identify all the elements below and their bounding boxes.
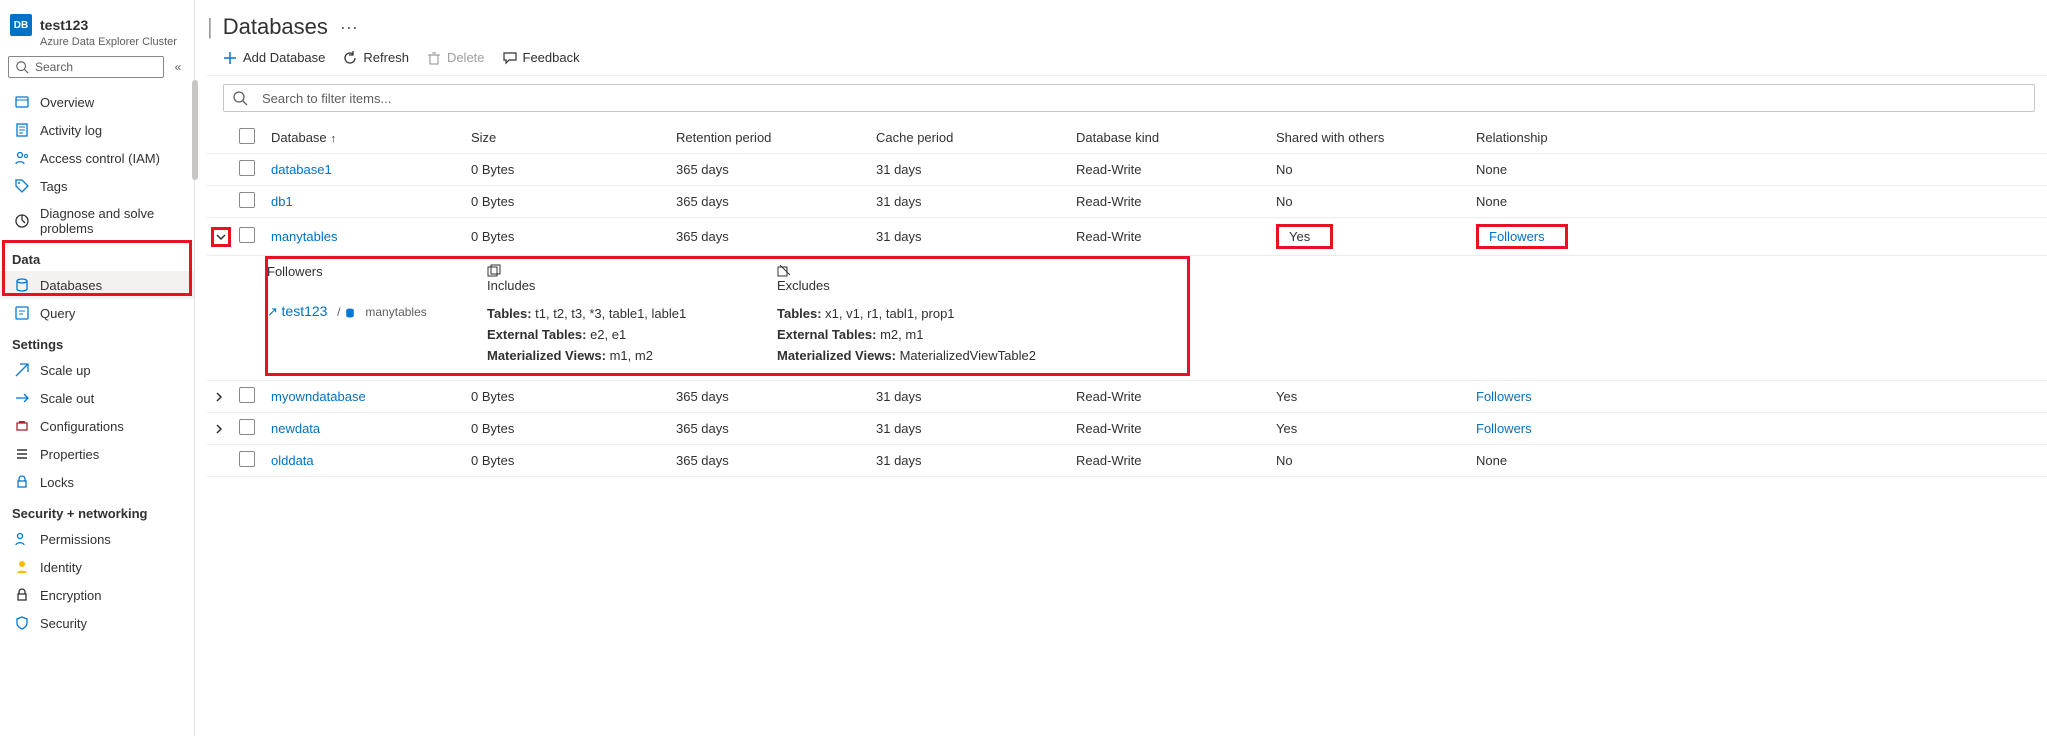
database-grid: Database↑ Size Retention period Cache pe…: [207, 122, 2047, 477]
row-checkbox[interactable]: [239, 160, 255, 176]
main-content: | Databases ··· Add Database Refresh Del…: [195, 0, 2047, 736]
scaleout-icon: [14, 390, 30, 406]
sidebar-item-overview[interactable]: Overview: [0, 88, 194, 116]
sidebar-item-locks[interactable]: Locks: [0, 468, 194, 496]
sidebar-search-placeholder: Search: [35, 60, 73, 74]
sidebar-search-input[interactable]: Search: [8, 56, 164, 78]
cluster-name: test123: [40, 17, 88, 33]
row-expand-toggle[interactable]: [211, 421, 227, 437]
row-checkbox[interactable]: [239, 451, 255, 467]
search-icon: [232, 90, 248, 106]
sidebar-item-permissions[interactable]: Permissions: [0, 525, 194, 553]
table-row: newdata0 Bytes365 days31 daysRead-WriteY…: [207, 413, 2047, 445]
plus-icon: [223, 51, 237, 65]
database-link[interactable]: database1: [271, 162, 332, 177]
search-icon: [15, 60, 29, 74]
includes-icon: [487, 264, 501, 278]
encryption-icon: [14, 587, 30, 603]
refresh-button[interactable]: Refresh: [343, 50, 409, 65]
filter-placeholder: Search to filter items...: [262, 91, 391, 106]
table-row: olddata0 Bytes365 days31 daysRead-WriteN…: [207, 445, 2047, 477]
sidebar-item-encryption[interactable]: Encryption: [0, 581, 194, 609]
identity-icon: [14, 559, 30, 575]
follower-cluster-link[interactable]: test123: [282, 303, 328, 319]
query-icon: [14, 305, 30, 321]
row-checkbox[interactable]: [239, 387, 255, 403]
follower-detail-panel: FollowersIncludesExcludes ↗ test123 / ma…: [207, 256, 2047, 381]
database-icon: [344, 307, 356, 319]
iam-icon: [14, 150, 30, 166]
row-expand-toggle[interactable]: [211, 227, 231, 247]
sidebar-item-activity-log[interactable]: Activity log: [0, 116, 194, 144]
select-all-checkbox[interactable]: [239, 128, 255, 144]
sidebar-item-access-control-iam-[interactable]: Access control (IAM): [0, 144, 194, 172]
relationship-link[interactable]: Followers: [1476, 421, 1532, 436]
toolbar: Add Database Refresh Delete Feedback: [207, 40, 2047, 76]
sidebar-item-properties[interactable]: Properties: [0, 440, 194, 468]
excludes-icon: [777, 264, 791, 278]
sidebar: DB test123 Azure Data Explorer Cluster S…: [0, 0, 195, 736]
row-checkbox[interactable]: [239, 419, 255, 435]
row-checkbox[interactable]: [239, 227, 255, 243]
sidebar-section-data: Data: [0, 242, 194, 271]
sidebar-item-scale-up[interactable]: Scale up: [0, 356, 194, 384]
scaleup-icon: [14, 362, 30, 378]
activity-icon: [14, 122, 30, 138]
row-checkbox[interactable]: [239, 192, 255, 208]
page-title: Databases: [219, 14, 328, 40]
locks-icon: [14, 474, 30, 490]
sidebar-item-diagnose-and-solve-problems[interactable]: Diagnose and solve problems: [0, 200, 194, 242]
relationship-link[interactable]: Followers: [1476, 389, 1532, 404]
table-row: manytables0 Bytes365 days31 daysRead-Wri…: [207, 218, 2047, 256]
refresh-icon: [343, 51, 357, 65]
row-expand-toggle[interactable]: [211, 389, 227, 405]
security-icon: [14, 615, 30, 631]
table-header: Database↑ Size Retention period Cache pe…: [207, 122, 2047, 154]
table-row: database10 Bytes365 days31 daysRead-Writ…: [207, 154, 2047, 186]
table-row: db10 Bytes365 days31 daysRead-WriteNoNon…: [207, 186, 2047, 218]
tags-icon: [14, 178, 30, 194]
sidebar-item-databases[interactable]: Databases: [0, 271, 194, 299]
sidebar-item-configurations[interactable]: Configurations: [0, 412, 194, 440]
sidebar-item-query[interactable]: Query: [0, 299, 194, 327]
sidebar-item-security[interactable]: Security: [0, 609, 194, 637]
cluster-subtitle: Azure Data Explorer Cluster: [0, 36, 194, 48]
sidebar-section-security-networking: Security + networking: [0, 496, 194, 525]
database-link[interactable]: newdata: [271, 421, 320, 436]
props-icon: [14, 446, 30, 462]
sidebar-item-tags[interactable]: Tags: [0, 172, 194, 200]
database-icon: [14, 277, 30, 293]
database-link[interactable]: manytables: [271, 229, 337, 244]
table-row: myowndatabase0 Bytes365 days31 daysRead-…: [207, 381, 2047, 413]
diagnose-icon: [14, 213, 30, 229]
database-link[interactable]: olddata: [271, 453, 314, 468]
sidebar-item-identity[interactable]: Identity: [0, 553, 194, 581]
sidebar-item-scale-out[interactable]: Scale out: [0, 384, 194, 412]
feedback-button[interactable]: Feedback: [503, 50, 580, 65]
cluster-icon: DB: [10, 14, 32, 36]
perm-icon: [14, 531, 30, 547]
overview-icon: [14, 94, 30, 110]
sidebar-section-settings: Settings: [0, 327, 194, 356]
config-icon: [14, 418, 30, 434]
cluster-header: DB test123: [0, 8, 194, 38]
sort-asc-icon[interactable]: ↑: [331, 133, 337, 145]
add-database-button[interactable]: Add Database: [223, 50, 325, 65]
trash-icon: [427, 51, 441, 65]
page-more-button[interactable]: ···: [328, 17, 358, 38]
filter-input[interactable]: Search to filter items...: [223, 84, 2035, 112]
delete-button: Delete: [427, 50, 485, 65]
sendto-icon: ↗: [267, 304, 278, 319]
collapse-sidebar-button[interactable]: «: [170, 60, 186, 74]
feedback-icon: [503, 51, 517, 65]
highlight-shared: Yes: [1276, 224, 1333, 249]
database-link[interactable]: myowndatabase: [271, 389, 366, 404]
relationship-link[interactable]: Followers: [1489, 229, 1545, 244]
database-link[interactable]: db1: [271, 194, 293, 209]
